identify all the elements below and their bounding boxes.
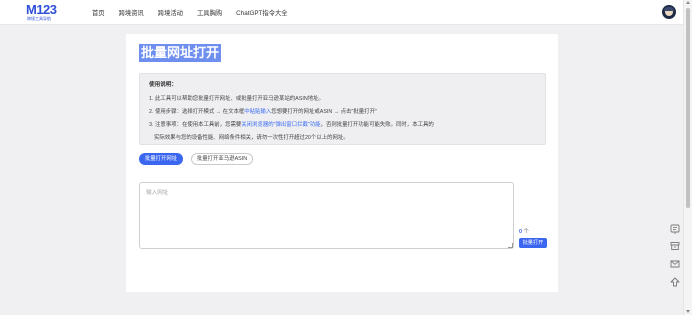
nav-item-tools[interactable]: 工具胸购 bbox=[197, 8, 222, 17]
instruction-line-2-text-a: 2. 使用步骤：选择打开模式 → 在文本框 bbox=[149, 109, 245, 115]
scroll-up-arrow-icon[interactable] bbox=[686, 1, 690, 4]
site-logo[interactable]: M123 跨境工具导航 bbox=[26, 3, 66, 23]
instructions-panel: 使用说明： 1. 此工具可以帮助您批量打开网址、或批量打开亚马逊某站的ASIN地… bbox=[139, 73, 546, 145]
message-icon[interactable] bbox=[669, 258, 681, 270]
instruction-paste-highlight: 中粘贴输入 bbox=[244, 109, 272, 115]
archive-icon[interactable] bbox=[669, 240, 681, 252]
instruction-line-3: 3. 注意事项：在使用本工具前，您需要关闭浏览器的"弹出窗口拦截"功能，否则批量… bbox=[149, 120, 434, 128]
instruction-line-3-text-b: ，否则批量打开功能可能失败。同时，本工具的 bbox=[320, 122, 434, 128]
main-nav: 首页 跨境资讯 跨境活动 工具胸购 ChatGPT指令大全 bbox=[92, 8, 288, 17]
feedback-icon[interactable] bbox=[669, 223, 681, 235]
url-input[interactable] bbox=[139, 182, 514, 249]
nav-item-events[interactable]: 跨境活动 bbox=[158, 8, 183, 17]
resize-grip-icon[interactable] bbox=[508, 243, 513, 248]
url-count-unit: 个 bbox=[523, 229, 529, 235]
back-to-top-icon[interactable] bbox=[669, 276, 681, 288]
logo-subtext: 跨境工具导航 bbox=[27, 16, 51, 21]
tab-open-amazon-asin[interactable]: 批量打开亚马逊ASIN bbox=[191, 153, 253, 165]
nav-item-chatgpt[interactable]: ChatGPT指令大全 bbox=[236, 8, 287, 17]
main-card: 批量网址打开 使用说明： 1. 此工具可以帮助您批量打开网址、或批量打开亚马逊某… bbox=[126, 34, 558, 292]
page-scrollbar[interactable] bbox=[683, 0, 692, 315]
page-title: 批量网址打开 bbox=[139, 44, 222, 62]
url-count-value: 0 bbox=[519, 229, 522, 235]
top-nav-bar: M123 跨境工具导航 首页 跨境资讯 跨境活动 工具胸购 ChatGPT指令大… bbox=[0, 0, 683, 25]
instruction-line-4: 实际效果与您的设备性能、网络条件相关，请勿一次性打开超过20个以上的网址。 bbox=[154, 135, 349, 141]
tab-open-urls[interactable]: 批量打开网址 bbox=[139, 153, 183, 165]
logo-text: M123 bbox=[26, 2, 57, 17]
user-avatar[interactable] bbox=[662, 5, 676, 19]
instruction-line-1: 1. 此工具可以帮助您批量打开网址、或批量打开亚马逊某站的ASIN地址。 bbox=[149, 96, 324, 102]
instructions-heading: 使用说明： bbox=[149, 82, 177, 88]
scrollbar-thumb[interactable] bbox=[686, 8, 690, 208]
instruction-popup-highlight[interactable]: 关闭浏览器的"弹出窗口拦截"功能 bbox=[241, 122, 320, 128]
scroll-down-arrow-icon[interactable] bbox=[686, 310, 690, 313]
nav-item-news[interactable]: 跨境资讯 bbox=[119, 8, 144, 17]
instruction-line-3-text-a: 3. 注意事项：在使用本工具前，您需要 bbox=[149, 122, 242, 128]
instruction-line-2: 2. 使用步骤：选择打开模式 → 在文本框中粘贴输入您想要打开的网址或ASIN … bbox=[149, 107, 377, 115]
nav-item-home[interactable]: 首页 bbox=[92, 8, 105, 17]
url-count: 0 个 bbox=[519, 227, 529, 235]
instruction-line-2-text-b: 您想要打开的网址或ASIN → 点击"批量打开" bbox=[271, 109, 377, 115]
batch-open-button[interactable]: 批量打开 bbox=[519, 238, 547, 248]
